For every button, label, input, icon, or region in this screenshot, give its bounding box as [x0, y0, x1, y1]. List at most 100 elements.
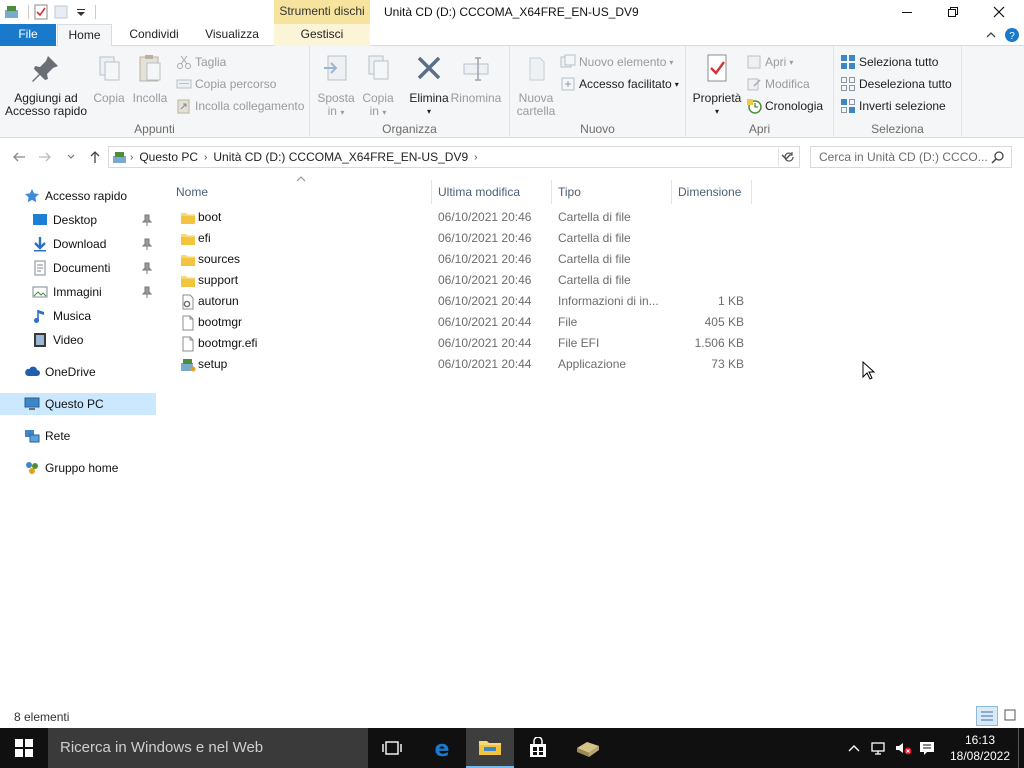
table-row[interactable]: sources 06/10/2021 20:46 Cartella di file — [172, 249, 752, 270]
paste-label: Incolla — [132, 91, 168, 105]
breadcrumb-cd-drive[interactable]: Unità CD (D:) CCCOMA_X64FRE_EN-US_DV9 — [213, 150, 468, 164]
video-icon — [34, 333, 46, 347]
close-button[interactable] — [976, 0, 1022, 24]
nav-onedrive[interactable]: OneDrive — [0, 361, 156, 383]
restore-button[interactable] — [930, 0, 976, 24]
file-type: File EFI — [558, 336, 600, 350]
pin-quick-access-button[interactable]: Aggiungi ad Accesso rapido — [4, 52, 88, 118]
select-none-button[interactable]: Deseleziona tutto — [840, 74, 952, 94]
start-button[interactable] — [0, 728, 48, 768]
task-view-button[interactable] — [368, 728, 416, 768]
large-icons-view-button[interactable] — [1000, 706, 1022, 726]
delete-button[interactable]: Elimina ▾ — [406, 52, 452, 118]
breadcrumb-this-pc[interactable]: Questo PC — [139, 150, 198, 164]
nav-onedrive-label: OneDrive — [45, 365, 96, 379]
pin-icon[interactable] — [142, 238, 152, 250]
back-button[interactable] — [10, 149, 28, 165]
breadcrumb-separator[interactable]: › — [130, 152, 133, 163]
new-item-button[interactable]: Nuovo elemento ▾ — [560, 52, 673, 72]
network-tray-icon[interactable] — [870, 740, 888, 756]
history-button[interactable]: Cronologia — [746, 96, 823, 116]
select-all-button[interactable]: Seleziona tutto — [840, 52, 938, 72]
properties-label: Proprietà — [692, 91, 742, 105]
column-header-modified[interactable]: Ultima modifica — [434, 180, 552, 204]
nav-item-download[interactable]: Download — [0, 233, 156, 255]
paste-shortcut-button[interactable]: Incolla collegamento — [176, 96, 304, 116]
table-row[interactable]: bootmgr.efi 06/10/2021 20:44 File EFI 1.506… — [172, 333, 752, 354]
table-row[interactable]: efi 06/10/2021 20:46 Cartella di file — [172, 228, 752, 249]
show-hidden-icons-icon[interactable] — [846, 740, 862, 756]
nav-item-pictures[interactable]: Immagini — [0, 281, 156, 303]
edit-button[interactable]: Modifica — [746, 74, 810, 94]
tab-manage[interactable]: Gestisci — [274, 24, 370, 46]
drive-app-icon[interactable] — [4, 4, 20, 20]
notifications-icon[interactable] — [918, 740, 936, 756]
column-header-name[interactable]: Nome — [172, 180, 432, 204]
address-bar[interactable]: › Questo PC › Unità CD (D:) CCCOMA_X64FR… — [108, 146, 800, 168]
tab-view[interactable]: Visualizza — [196, 24, 268, 46]
show-desktop-button[interactable] — [1018, 728, 1024, 768]
collapse-ribbon-button[interactable] — [984, 28, 998, 42]
qat-separator — [28, 5, 29, 19]
copy-to-button[interactable]: Copia in ▾ — [358, 52, 398, 119]
column-header-type[interactable]: Tipo — [554, 180, 672, 204]
taskbar-explorer-button[interactable] — [466, 728, 514, 768]
nav-network[interactable]: Rete — [0, 425, 156, 447]
properties-button[interactable]: Proprietà ▾ — [690, 52, 744, 118]
nav-item-video[interactable]: Video — [0, 329, 156, 351]
pin-icon[interactable] — [142, 214, 152, 226]
taskbar-search-box[interactable]: Ricerca in Windows e nel Web — [48, 728, 368, 768]
delete-label: Elimina — [409, 91, 449, 105]
file-date: 06/10/2021 20:46 — [438, 252, 532, 266]
refresh-button[interactable] — [778, 148, 798, 166]
table-row[interactable]: autorun 06/10/2021 20:44 Informazioni di i… — [172, 291, 752, 312]
open-button[interactable]: Apri ▾ — [746, 52, 793, 72]
taskbar-clock[interactable]: 16:13 18/08/2022 — [944, 728, 1016, 768]
search-icon[interactable] — [991, 150, 1005, 164]
copy-to-dropdown-icon: ▾ — [382, 108, 387, 117]
move-to-button[interactable]: Sposta in ▾ — [316, 52, 356, 119]
customize-qat-icon[interactable] — [73, 4, 89, 20]
breadcrumb-separator[interactable]: › — [474, 152, 477, 163]
taskbar-store-button[interactable] — [514, 728, 562, 768]
table-row[interactable]: support 06/10/2021 20:46 Cartella di file — [172, 270, 752, 291]
minimize-button[interactable] — [884, 0, 930, 24]
column-header-size[interactable]: Dimensione — [674, 180, 752, 204]
volume-muted-icon[interactable] — [894, 740, 912, 756]
easy-access-button[interactable]: Accesso facilitato ▾ — [560, 74, 679, 94]
rename-button[interactable]: Rinomina — [450, 52, 502, 105]
up-button[interactable] — [86, 149, 104, 165]
properties-icon — [707, 54, 727, 82]
nav-homegroup[interactable]: Gruppo home — [0, 457, 156, 479]
table-row[interactable]: setup 06/10/2021 20:44 Applicazione 73 KB — [172, 354, 752, 375]
new-folder-quick-icon[interactable] — [53, 4, 69, 20]
pin-icon[interactable] — [142, 286, 152, 298]
nav-item-desktop[interactable]: Desktop — [0, 209, 156, 231]
table-row[interactable]: bootmgr 06/10/2021 20:44 File 405 KB — [172, 312, 752, 333]
nav-quick-access[interactable]: Accesso rapido — [0, 185, 156, 207]
nav-item-music[interactable]: Musica — [0, 305, 156, 327]
new-folder-button[interactable]: Nuova cartella — [514, 52, 558, 118]
nav-this-pc[interactable]: Questo PC — [0, 393, 156, 415]
invert-selection-button[interactable]: Inverti selezione — [840, 96, 946, 116]
tab-file[interactable]: File — [0, 24, 56, 46]
copy-button[interactable]: Copia — [90, 52, 128, 105]
details-view-button[interactable] — [976, 706, 998, 726]
tab-home[interactable]: Home — [57, 24, 112, 47]
paste-button[interactable]: Incolla — [130, 52, 170, 105]
cut-button[interactable]: Taglia — [176, 52, 226, 72]
table-row[interactable]: boot 06/10/2021 20:46 Cartella di file — [172, 207, 752, 228]
copy-path-button[interactable]: Copia percorso — [176, 74, 276, 94]
file-type: File — [558, 315, 578, 329]
properties-quick-icon[interactable] — [33, 4, 49, 20]
pin-icon[interactable] — [142, 262, 152, 274]
recent-locations-button[interactable] — [62, 149, 80, 165]
nav-item-documents[interactable]: Documenti — [0, 257, 156, 279]
tab-share[interactable]: Condividi — [118, 24, 190, 46]
help-button[interactable]: ? — [1004, 27, 1020, 43]
taskbar-edge-button[interactable]: e — [418, 728, 466, 768]
breadcrumb-separator[interactable]: › — [204, 152, 207, 163]
search-box[interactable]: Cerca in Unità CD (D:) CCCO... — [810, 146, 1012, 168]
taskbar-drive-app-button[interactable] — [564, 728, 612, 768]
forward-button[interactable] — [36, 149, 54, 165]
